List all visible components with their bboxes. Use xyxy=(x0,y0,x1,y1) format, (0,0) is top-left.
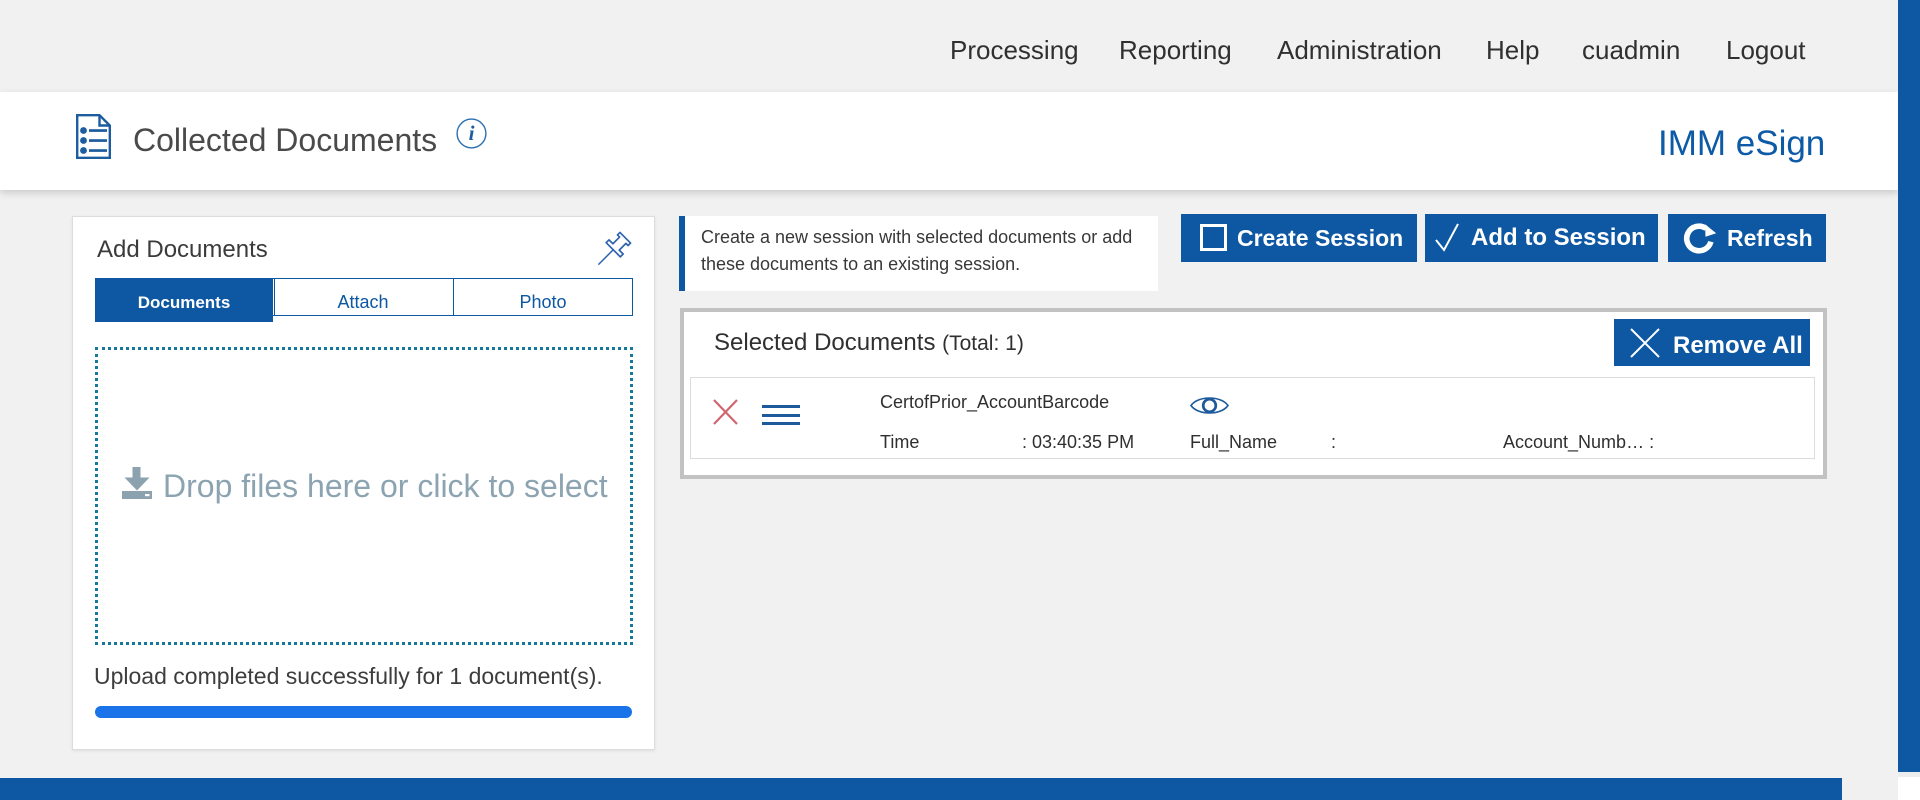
svg-text:i: i xyxy=(469,121,475,145)
